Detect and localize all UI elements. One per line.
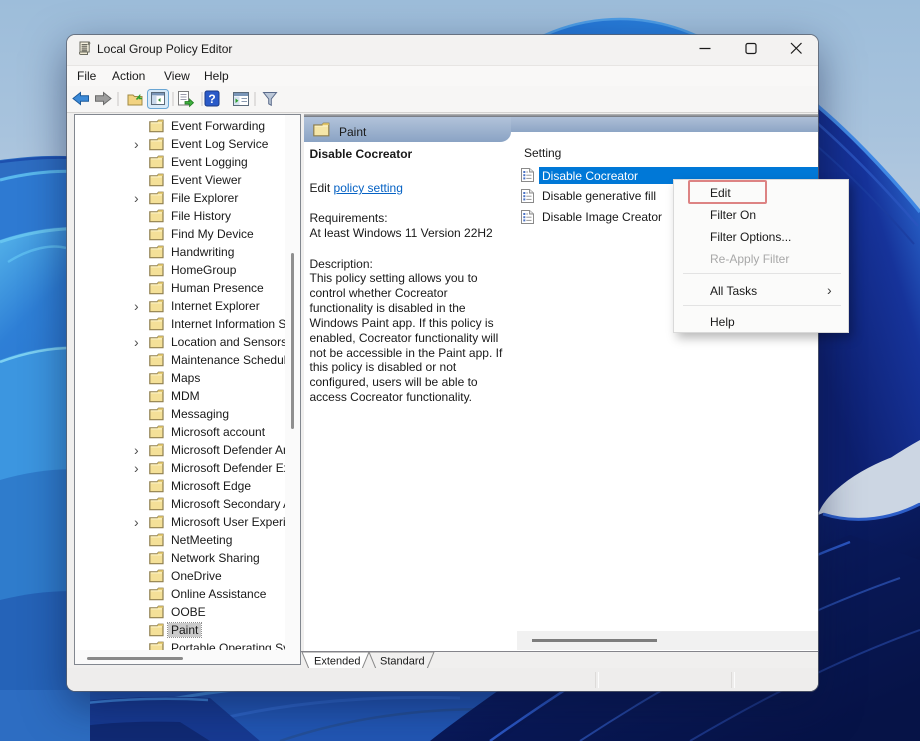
svg-text:?: ? (208, 92, 215, 106)
svg-text:Extended: Extended (314, 655, 360, 667)
svg-text:Standard: Standard (380, 655, 425, 667)
